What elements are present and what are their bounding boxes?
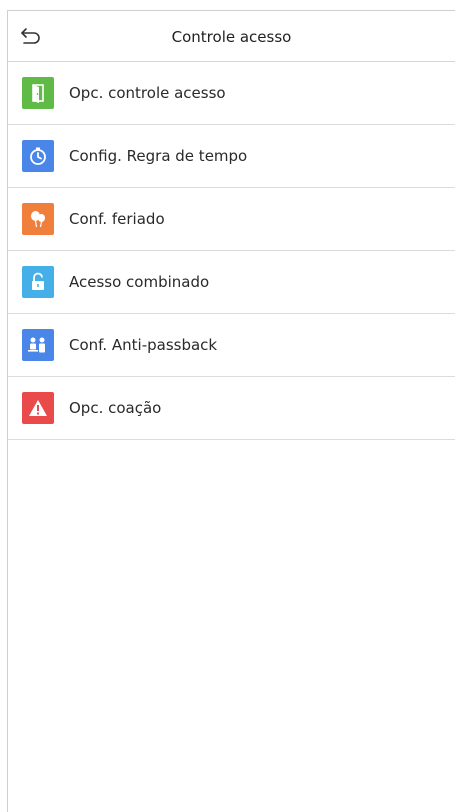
- menu-item-label: Opc. controle acesso: [69, 84, 226, 102]
- menu-item-label: Config. Regra de tempo: [69, 147, 248, 165]
- menu-list: Opc. controle acesso Config. Regra de te…: [8, 62, 455, 440]
- menu-item-label: Conf. Anti-passback: [69, 336, 218, 354]
- menu-item-label: Opc. coação: [69, 399, 162, 417]
- menu-item-holiday[interactable]: Conf. feriado: [8, 188, 455, 251]
- balloons-icon: [22, 203, 54, 235]
- people-icon: [22, 329, 54, 361]
- door-icon: [22, 77, 54, 109]
- warning-icon: [22, 392, 54, 424]
- clock-icon: [22, 140, 54, 172]
- menu-item-time-rule[interactable]: Config. Regra de tempo: [8, 125, 455, 188]
- unlock-icon: [22, 266, 54, 298]
- menu-item-combined-access[interactable]: Acesso combinado: [8, 251, 455, 314]
- screen: Controle acesso Opc. controle acesso Con…: [7, 10, 455, 812]
- menu-item-label: Conf. feriado: [69, 210, 165, 228]
- menu-item-label: Acesso combinado: [69, 273, 210, 291]
- header-bar: Controle acesso: [8, 11, 455, 62]
- menu-item-duress[interactable]: Opc. coação: [8, 377, 455, 440]
- menu-item-anti-passback[interactable]: Conf. Anti-passback: [8, 314, 455, 377]
- menu-item-access-options[interactable]: Opc. controle acesso: [8, 62, 455, 125]
- page-title: Controle acesso: [171, 28, 292, 46]
